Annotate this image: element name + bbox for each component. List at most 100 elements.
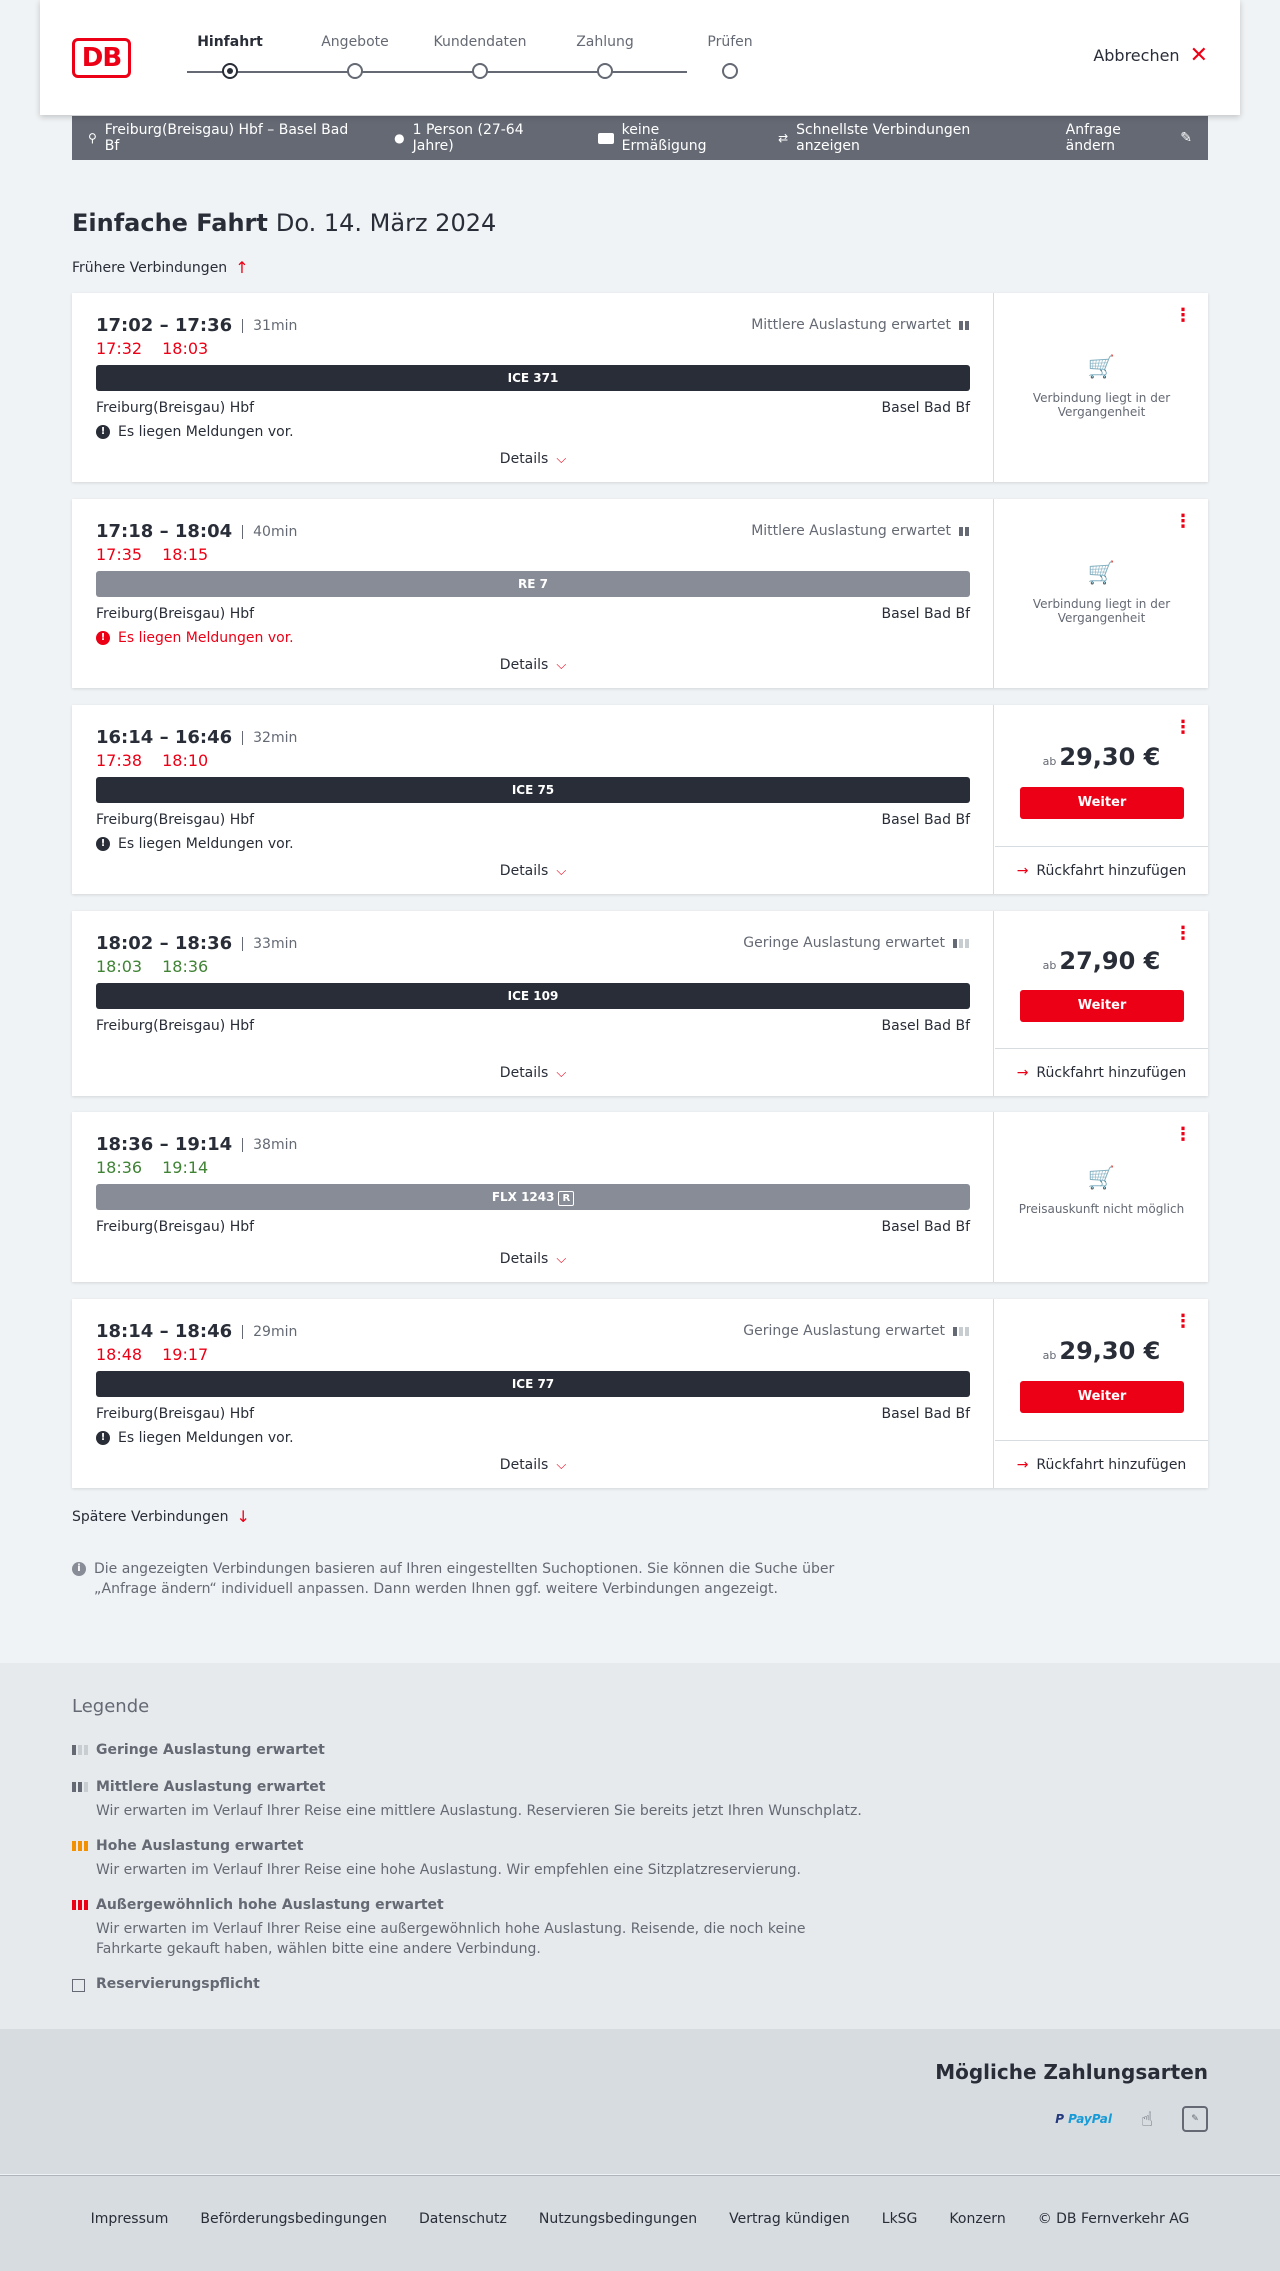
connection-card[interactable]: 18:14 – 18:46 29min 18:48 19:17 Geringe Au… [72,1299,1208,1488]
stations: Freiburg(Breisgau) Hbf Basel Bad Bf [96,1219,970,1235]
train-bar[interactable]: ICE 77 [96,1371,970,1397]
duration: 38min [242,1137,297,1152]
realtime-times: 17:38 18:10 [96,751,208,770]
db-logo[interactable]: DB [72,38,131,78]
footer-link-nutzungsbedingungen[interactable]: Nutzungsbedingungen [539,2211,697,2227]
legend-label: Hohe Auslastung erwartet [96,1838,304,1854]
discount-text: keine Ermäßigung [621,122,707,154]
step-angebote[interactable]: Angebote [295,34,415,79]
duration: 29min [242,1324,297,1339]
duration: 32min [242,730,297,745]
details-toggle[interactable]: Details ⌵ [72,1065,994,1081]
more-options-icon[interactable]: ⋮ [1174,1313,1192,1331]
more-options-icon[interactable]: ⋮ [1174,513,1192,531]
earlier-connections-link[interactable]: Frühere Verbindungen ↑ [72,258,249,277]
past-connection-notice: 🛒 Verbindung liegt in der Vergangenheit [995,561,1208,625]
offer-area: ⋮ 🛒 Verbindung liegt in der Vergangenheit [995,499,1208,688]
footer-link-vertrag-kuendigen[interactable]: Vertrag kündigen [729,2211,850,2227]
continue-button[interactable]: Weiter [1020,990,1184,1022]
connection-card[interactable]: 17:02 – 17:36 31min 17:32 18:03 Mittlere A… [72,293,1208,482]
legend-label: Außergewöhnlich hohe Auslastung erwartet [96,1897,444,1913]
continue-button[interactable]: Weiter [1020,787,1184,819]
train-bar[interactable]: FLX 1243 R [96,1184,970,1210]
message-notice: ! Es liegen Meldungen vor. [96,836,294,852]
more-options-icon[interactable]: ⋮ [1174,719,1192,737]
origin-station: Freiburg(Breisgau) Hbf [96,1219,255,1235]
add-return-button[interactable]: → Rückfahrt hinzufügen [995,846,1208,894]
step-zahlung[interactable]: Zahlung [545,34,665,79]
details-toggle[interactable]: Details ⌵ [72,1457,994,1473]
step-hinfahrt[interactable]: Hinfahrt [170,34,290,79]
chevron-down-icon: ⌵ [556,658,567,673]
footer-link-befoerderungsbedingungen[interactable]: Beförderungsbedingungen [200,2211,387,2227]
legend-reservation: Reservierungspflicht [72,1976,260,1992]
fastest-text: Schnellste Verbindungen anzeigen [796,122,971,154]
realtime-arrival: 19:14 [162,1158,209,1177]
details-toggle[interactable]: Details ⌵ [72,1251,994,1267]
connection-card[interactable]: 18:02 – 18:36 33min 18:03 18:36 Geringe Au… [72,911,1208,1096]
legend-description: Wir erwarten im Verlauf Ihrer Reise eine… [96,1803,862,1819]
message-text: Es liegen Meldungen vor. [118,1430,294,1446]
connection-card[interactable]: 17:18 – 18:04 40min 17:35 18:15 Mittlere A… [72,499,1208,688]
origin-station: Freiburg(Breisgau) Hbf [96,606,255,622]
price-amount: 29,30 € [1059,743,1161,771]
payment-icons: P PayPal ☝ ✎ [1055,2106,1208,2132]
footer-link-datenschutz[interactable]: Datenschutz [419,2211,507,2227]
occupancy-medium-icon [959,526,969,536]
message-text: Es liegen Meldungen vor. [118,424,294,440]
details-toggle[interactable]: Details ⌵ [72,863,994,879]
add-return-button[interactable]: → Rückfahrt hinzufügen [995,1440,1208,1488]
planned-times: 16:14 – 16:46 32min [96,727,297,748]
legend-low: Geringe Auslastung erwartet [72,1742,325,1758]
payment-methods-section: Mögliche Zahlungsarten P PayPal ☝ ✎ [0,2029,1280,2174]
connection-details-area: 18:36 – 19:14 38min 18:36 19:14 FLX 1243 R … [72,1112,994,1282]
times-text: 16:14 – 16:46 [96,727,233,748]
legend-description: Wir erwarten im Verlauf Ihrer Reise eine… [96,1862,801,1878]
train-bar[interactable]: RE 7 [96,571,970,597]
footer-link-lksg[interactable]: LkSG [882,2211,918,2227]
edit-request-button[interactable]: Anfrage ändern ✎ [1066,122,1192,154]
arrow-up-icon: ↑ [235,258,249,277]
more-options-icon[interactable]: ⋮ [1174,925,1192,943]
cancel-button[interactable]: Abbrechen ✕ [1093,44,1208,66]
step-kundendaten[interactable]: Kundendaten [420,34,540,79]
later-label: Spätere Verbindungen [72,1508,229,1525]
price: ab 29,30 € [995,1337,1208,1365]
details-toggle[interactable]: Details ⌵ [72,451,994,467]
later-connections-link[interactable]: Spätere Verbindungen ↓ [72,1507,250,1526]
connection-details-area: 16:14 – 16:46 32min 17:38 18:10 ICE 75 Fre… [72,705,994,894]
train-bar[interactable]: ICE 109 [96,983,970,1009]
realtime-times: 17:32 18:03 [96,339,208,358]
alert-icon: ! [96,1431,110,1445]
train-bar[interactable]: ICE 371 [96,365,970,391]
progress-stepper: Hinfahrt Angebote Kundendaten Zahlung Pr… [170,34,753,84]
continue-button[interactable]: Weiter [1020,1381,1184,1413]
chevron-down-icon: ⌵ [556,864,567,879]
more-options-icon[interactable]: ⋮ [1174,307,1192,325]
destination-station: Basel Bad Bf [881,606,970,622]
arrow-right-icon: → [1016,1456,1029,1473]
offer-area: ⋮ 🛒 Verbindung liegt in der Vergangenheit [995,293,1208,482]
location-pin-icon: ⚲ [88,131,97,145]
realtime-departure: 17:35 [96,545,143,564]
page-title: Einfache Fahrt Do. 14. März 2024 [72,209,496,237]
persons-text: 1 Person (27-64 Jahre) [412,122,524,154]
connection-card[interactable]: 18:36 – 19:14 38min 18:36 19:14 FLX 1243 R … [72,1112,1208,1282]
past-connection-notice: 🛒 Verbindung liegt in der Vergangenheit [995,355,1208,419]
payment-title: Mögliche Zahlungsarten [935,2060,1208,2084]
destination-station: Basel Bad Bf [881,400,970,416]
step-label: Zahlung [576,34,634,50]
footer-link-impressum[interactable]: Impressum [91,2211,169,2227]
occupancy-text: Mittlere Auslastung erwartet [751,523,951,539]
discount-summary: keine Ermäßigung [597,122,746,154]
footer-link-konzern[interactable]: Konzern [949,2211,1005,2227]
realtime-times: 18:03 18:36 [96,957,208,976]
more-options-icon[interactable]: ⋮ [1174,1126,1192,1144]
legend-description: Wir erwarten im Verlauf Ihrer Reise eine… [96,1921,806,1957]
train-bar[interactable]: ICE 75 [96,777,970,803]
add-return-button[interactable]: → Rückfahrt hinzufügen [995,1048,1208,1096]
details-toggle[interactable]: Details ⌵ [72,657,994,673]
step-pruefen[interactable]: Prüfen [670,34,790,79]
connection-card[interactable]: 16:14 – 16:46 32min 17:38 18:10 ICE 75 Fre… [72,705,1208,894]
search-info-note: i Die angezeigten Verbindungen basieren a… [72,1559,862,1599]
